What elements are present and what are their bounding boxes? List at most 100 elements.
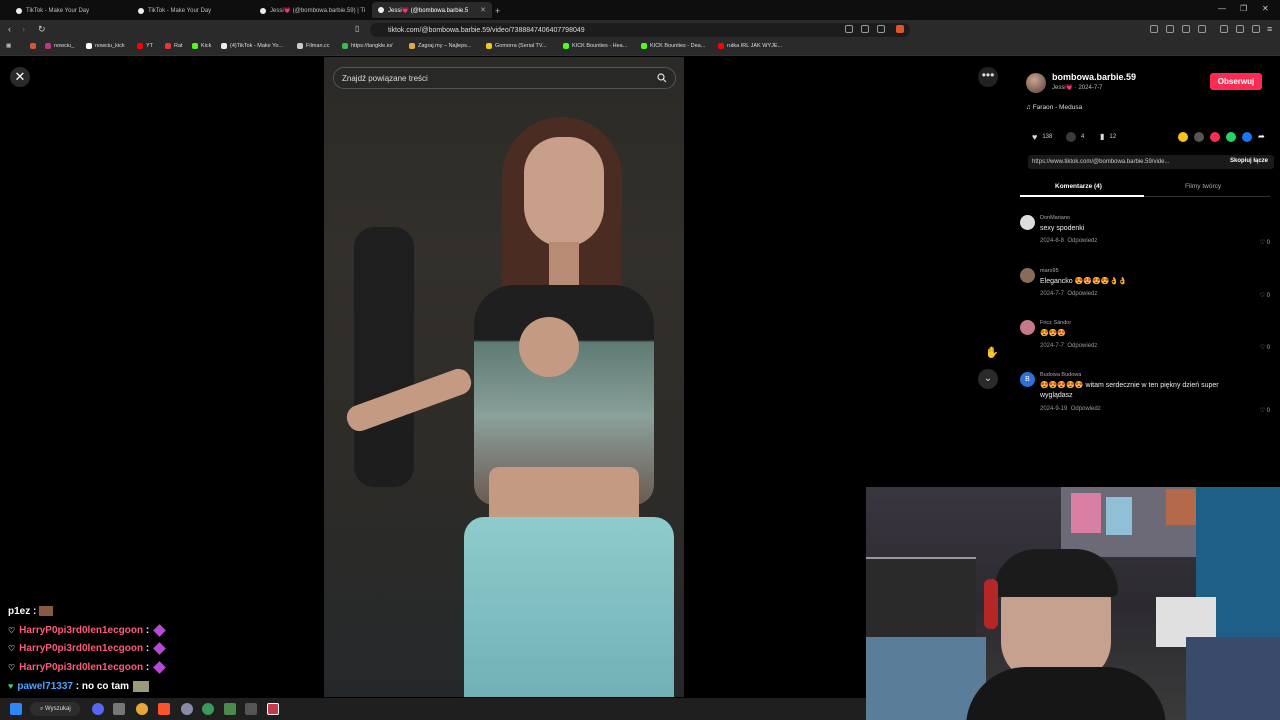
extension-icon[interactable] [1166,25,1174,33]
facebook-icon[interactable] [1242,132,1252,142]
app-icon[interactable] [224,703,236,715]
avatar[interactable] [1020,215,1035,230]
forward-icon[interactable]: › [22,24,25,34]
comment-like[interactable]: ♡ 0 [1260,292,1270,299]
bookmark-item[interactable]: Rat [165,43,183,49]
apps-icon[interactable]: ▦ [6,43,11,49]
avatar[interactable] [1020,320,1035,335]
avatar[interactable] [1020,268,1035,283]
bookmark-item[interactable]: nowciu_ [45,43,74,49]
reply-button[interactable]: Odpowiedz [1067,238,1097,244]
comment-like[interactable]: ♡ 0 [1260,407,1270,414]
poster-shape [1071,493,1101,533]
chat-message: ♡ HarryP0pi3rd0len1ecgoon : [8,660,167,674]
send-icon[interactable] [1210,132,1220,142]
bookmark-icon[interactable]: ▯ [355,24,359,33]
save-button[interactable]: ▮ 12 [1100,132,1116,141]
sidebar-icon[interactable] [1198,25,1206,33]
brave-icon[interactable] [158,703,170,715]
minimize-icon[interactable]: — [1218,4,1226,13]
video-player[interactable] [324,57,684,697]
like-button[interactable]: ♥ 138 [1032,132,1052,142]
comment-like[interactable]: ♡ 0 [1260,344,1270,351]
terminal-icon[interactable] [245,703,257,715]
chrome-icon[interactable] [136,703,148,715]
bookmark-item[interactable]: (4)TikTok - Make Yo... [221,43,283,49]
follow-button[interactable]: Obserwuj [1210,73,1262,90]
tab-title: TikTok - Make Your Day [148,7,212,14]
whatsapp-icon[interactable] [1226,132,1236,142]
discord-icon[interactable] [92,703,104,715]
comment-item: maro95 Elegancko 😍😍😍😍👌👌 2024-7-7 Odpowie… [1020,268,1270,308]
maximize-icon[interactable]: ❐ [1240,4,1247,13]
bookmark-item[interactable]: https://tangkle.io/ [342,43,393,49]
media-icon[interactable] [845,25,853,33]
forward-share-icon[interactable]: ➦ [1258,132,1268,142]
comment-author[interactable]: DonMariano [1040,215,1070,221]
rat-icon [165,43,171,49]
search-input[interactable]: Znajdź powiązane treści [333,67,676,89]
comment-author[interactable]: Fricz Sändor [1040,320,1071,326]
extension-icon[interactable] [1182,25,1190,33]
bookmark-item[interactable]: nowciu_kick [86,43,125,49]
browser-tab[interactable]: Jessi💗 (@bombowa.barbie.59) | Ti [254,3,369,18]
tab-comments[interactable]: Komentarze (4) [1055,183,1102,190]
reload-icon[interactable]: ↻ [38,24,46,35]
app-icon[interactable] [113,703,125,715]
bookmark-item[interactable]: Filman.cc [297,43,330,49]
search-icon[interactable] [657,73,667,83]
windows-start-icon[interactable] [10,703,22,715]
bookmark-item[interactable]: rutka IRL JAK WYJE... [718,43,782,49]
bookmark-item[interactable]: Kick [192,43,211,49]
embed-icon[interactable] [1194,132,1204,142]
comment-button[interactable]: 4 [1066,132,1084,142]
share-icon[interactable] [877,25,885,33]
reply-button[interactable]: Odpowiedz [1067,291,1097,297]
more-icon[interactable]: ••• [978,67,998,87]
tab-creator-videos[interactable]: Filmy twórcy [1185,183,1221,190]
browser-tab-active[interactable]: Jessi💗 (@bombowa.barbie.5 ✕ [372,2,492,18]
bookmark-item[interactable] [30,43,36,49]
browser-tab[interactable]: TikTok - Make Your Day [132,3,247,18]
comment-like[interactable]: ♡ 0 [1260,239,1270,246]
bookmark-item[interactable]: KICK Bounties - Dea... [641,43,705,49]
bookmark-item[interactable]: Zagraj.my – Najleps... [409,43,472,49]
avatar[interactable]: B [1020,372,1035,387]
username[interactable]: bombowa.barbie.59 [1052,72,1136,82]
extension-icon[interactable] [1150,25,1158,33]
comment-author[interactable]: maro95 [1040,268,1059,274]
wallet-icon[interactable] [1252,25,1260,33]
share-url-field[interactable]: https://www.tiktok.com/@bombowa.barbie.5… [1028,155,1274,169]
back-icon[interactable]: ‹ [8,24,11,34]
menu-icon[interactable]: ≡ [1267,24,1272,34]
panel-tabs: Komentarze (4) Filmy twórcy [1020,179,1270,197]
bookmark-item[interactable]: KICK Bounties - Hea... [563,43,627,49]
chevron-down-icon[interactable]: ⌄ [978,369,998,389]
app-icon[interactable] [202,703,214,715]
new-tab-button[interactable]: + [495,3,509,18]
copy-link-button[interactable]: Skopiuj łącze [1230,158,1268,164]
music-icon[interactable] [1236,25,1244,33]
reply-button[interactable]: Odpowiedz [1067,343,1097,349]
bookmark-item[interactable]: Gomorra (Serial TV... [486,43,547,49]
obs-icon[interactable] [267,703,279,715]
bookmark-item[interactable]: YT [137,43,153,49]
close-icon[interactable]: ✕ [10,67,30,87]
reply-button[interactable]: Odpowiedz [1071,406,1101,412]
brave-shield-icon[interactable] [896,25,904,33]
browser-tab[interactable]: TikTok - Make Your Day [10,3,125,18]
share-icon[interactable] [1178,132,1188,142]
download-icon[interactable] [1220,25,1228,33]
window-close-icon[interactable]: ✕ [1262,4,1269,13]
streamer-shirt-shape [966,667,1166,720]
music-link[interactable]: ♫ Faraon - Medusa [1026,104,1082,111]
url-field[interactable]: tiktok.com/@bombowa.barbie.59/video/7388… [370,23,910,37]
screen-icon[interactable] [861,25,869,33]
app-icon[interactable] [181,703,193,715]
close-tab-icon[interactable]: ✕ [480,6,486,14]
face-shape [524,137,604,247]
tab-indicator [1020,195,1144,197]
taskbar-search[interactable]: ⌕ Wyszukaj [30,702,80,716]
avatar[interactable] [1026,73,1046,93]
comment-author[interactable]: Budowa Budowa [1040,372,1081,378]
